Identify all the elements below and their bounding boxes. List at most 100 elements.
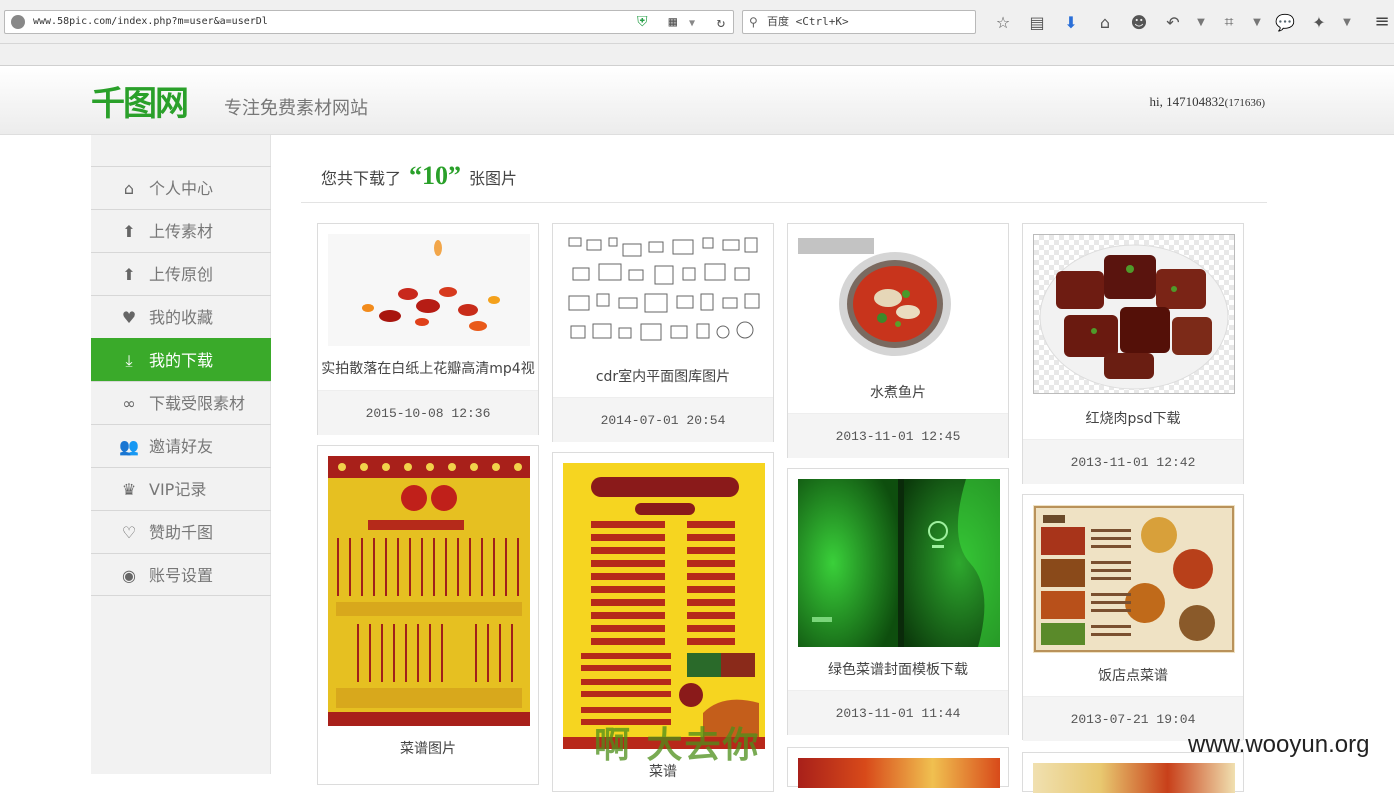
browser-toolbar: www.58pic.com/index.php?m=user&a=userDl … [0, 0, 1394, 44]
card-date: 2014-07-01 20:54 [553, 397, 773, 442]
plugin-icon[interactable]: ✦ [1302, 10, 1336, 34]
card-thumbnail[interactable] [1033, 234, 1235, 394]
search-input[interactable]: ⚲ 百度 <Ctrl+K> [742, 10, 976, 34]
url-text: www.58pic.com/index.php?m=user&a=userDl [33, 16, 268, 27]
download-icon: ⤓ [125, 351, 133, 370]
undo-icon[interactable]: ↶ [1156, 10, 1190, 34]
sidebar-item-vip-records[interactable]: ♛ VIP记录 [91, 467, 271, 510]
card-thumbnail[interactable] [798, 234, 1000, 370]
divider [301, 202, 1267, 203]
sidebar-item-label: 账号设置 [149, 566, 214, 585]
download-card[interactable]: 实拍散落在白纸上花瓣高清mp4视 2015-10-08 12:36 [317, 223, 539, 435]
sidebar-item-sponsor[interactable]: ♡ 赞助千图 [91, 510, 271, 553]
upload-icon: ⬆ [122, 222, 136, 241]
download-card[interactable]: 菜谱图片 [317, 445, 539, 785]
sidebar-item-label: VIP记录 [149, 480, 207, 499]
sidebar: ⌂ 个人中心 ⬆ 上传素材 ⬆ 上传原创 ♥ 我的收藏 ⤓ 我的下载 ∞ 下载受… [91, 135, 271, 774]
card-thumbnail[interactable] [1033, 505, 1235, 653]
sidebar-nav: ⌂ 个人中心 ⬆ 上传素材 ⬆ 上传原创 ♥ 我的收藏 ⤓ 我的下载 ∞ 下载受… [91, 166, 271, 596]
card-title[interactable]: 红烧肉psd下载 [1023, 408, 1243, 428]
card-title[interactable]: 实拍散落在白纸上花瓣高清mp4视 [318, 358, 538, 378]
card-thumbnail[interactable] [563, 234, 765, 354]
address-bar[interactable]: www.58pic.com/index.php?m=user&a=userDl … [4, 10, 734, 34]
card-date: 2013-11-01 12:42 [1023, 439, 1243, 484]
hamburger-menu-icon[interactable]: ≡ [1370, 10, 1394, 34]
greeting-text: hi, 147104832 [1149, 94, 1225, 109]
chevron-down-icon[interactable]: ▼ [1190, 10, 1212, 34]
friends-icon: 👥 [119, 437, 139, 456]
sidebar-item-label: 我的下载 [149, 351, 214, 370]
download-card[interactable]: 水煮鱼片 2013-11-01 12:45 [787, 223, 1009, 458]
card-title[interactable]: 菜谱图片 [318, 738, 538, 758]
card-title[interactable]: cdr室内平面图库图片 [553, 366, 773, 386]
chat-icon[interactable]: 💬 [1268, 10, 1302, 34]
chevron-down-icon[interactable]: ▼ [1336, 10, 1358, 34]
fish-stew-image [798, 234, 1000, 370]
sidebar-item-my-downloads[interactable]: ⤓ 我的下载 [91, 338, 271, 381]
crop-icon[interactable]: ⌗ [1212, 10, 1246, 34]
download-card[interactable]: 红烧肉psd下载 2013-11-01 12:42 [1022, 223, 1244, 484]
card-title[interactable]: 水煮鱼片 [788, 382, 1008, 402]
main-content: 您共下载了 “10” 张图片 实拍散落在白纸上花瓣高清mp4视 2015-10-… [301, 135, 1267, 793]
star-icon[interactable]: ☆ [986, 10, 1020, 34]
crown-icon: ♛ [121, 480, 137, 499]
sidebar-item-label: 个人中心 [149, 179, 214, 198]
floor-plan-image [563, 234, 765, 354]
card-thumbnail[interactable] [1033, 763, 1235, 793]
download-count: “10” [409, 161, 462, 190]
search-placeholder: 百度 <Ctrl+K> [767, 15, 849, 28]
card-thumbnail[interactable] [798, 758, 1000, 788]
card-thumbnail[interactable] [328, 456, 530, 726]
card-title[interactable]: 绿色菜谱封面模板下载 [788, 659, 1008, 679]
chevron-down-icon[interactable]: ▼ [1246, 10, 1268, 34]
green-cover-image [798, 479, 1000, 647]
download-arrow-icon[interactable]: ⬇ [1054, 10, 1088, 34]
home-icon[interactable]: ⌂ [1088, 10, 1122, 34]
site-tagline: 专注免费素材网站 [224, 98, 368, 119]
sidebar-item-label: 邀请好友 [149, 437, 214, 456]
card-thumbnail[interactable] [328, 234, 530, 346]
summary-suffix: 张图片 [469, 169, 518, 188]
site-logo[interactable]: 千图网 [91, 85, 189, 123]
card-thumbnail[interactable] [563, 463, 765, 749]
sidebar-item-account-settings[interactable]: ◉ 账号设置 [91, 553, 271, 596]
download-card[interactable]: 饭店点菜谱 2013-07-21 19:04 [1022, 494, 1244, 741]
petals-image [328, 234, 530, 346]
card-title[interactable]: 饭店点菜谱 [1023, 665, 1243, 685]
sponsor-heart-icon: ♡ [121, 523, 137, 542]
watermark-text: 啊 大去你 [594, 725, 761, 766]
braised-pork-image [1039, 244, 1229, 390]
site-header: 千图网 专注免费素材网站 hi, 147104832(171636) [0, 67, 1394, 135]
greeting-id: (171636) [1224, 97, 1265, 109]
sidebar-item-label: 下载受限素材 [149, 394, 246, 413]
home-icon: ⌂ [123, 179, 135, 198]
sidebar-item-label: 上传素材 [149, 222, 214, 241]
card-date: 2013-11-01 11:44 [788, 690, 1008, 735]
summary-prefix: 您共下载了 [321, 169, 402, 188]
smiley-icon[interactable]: ☻ [1122, 10, 1156, 34]
sidebar-item-restricted-downloads[interactable]: ∞ 下载受限素材 [91, 381, 271, 424]
sidebar-item-label: 上传原创 [149, 265, 214, 284]
sidebar-item-upload-original[interactable]: ⬆ 上传原创 [91, 252, 271, 295]
download-card[interactable]: 绿色菜谱封面模板下载 2013-11-01 11:44 [787, 468, 1009, 735]
restaurant-menu-image [1033, 505, 1235, 653]
sidebar-item-label: 赞助千图 [149, 523, 214, 542]
chevron-down-icon[interactable]: ▼ [689, 13, 695, 35]
account-icon: ◉ [122, 566, 136, 585]
sidebar-item-invite-friends[interactable]: 👥 邀请好友 [91, 424, 271, 467]
link-icon: ∞ [122, 394, 136, 413]
download-summary: 您共下载了 “10” 张图片 [321, 161, 517, 191]
user-greeting[interactable]: hi, 147104832(171636) [1150, 94, 1265, 110]
shield-icon[interactable]: ⛨ [637, 14, 651, 30]
sidebar-item-favorites[interactable]: ♥ 我的收藏 [91, 295, 271, 338]
download-card[interactable]: cdr室内平面图库图片 2014-07-01 20:54 [552, 223, 774, 442]
reading-list-icon[interactable]: ▤ [1020, 10, 1054, 34]
card-thumbnail[interactable] [798, 479, 1000, 647]
sidebar-item-label: 我的收藏 [149, 308, 214, 327]
sidebar-item-upload-material[interactable]: ⬆ 上传素材 [91, 209, 271, 252]
sidebar-item-personal-center[interactable]: ⌂ 个人中心 [91, 166, 271, 209]
heart-icon: ♥ [121, 308, 137, 327]
download-card[interactable] [787, 747, 1009, 788]
reload-icon[interactable]: ↻ [717, 12, 725, 34]
qr-code-icon[interactable]: ▦ [669, 14, 677, 30]
